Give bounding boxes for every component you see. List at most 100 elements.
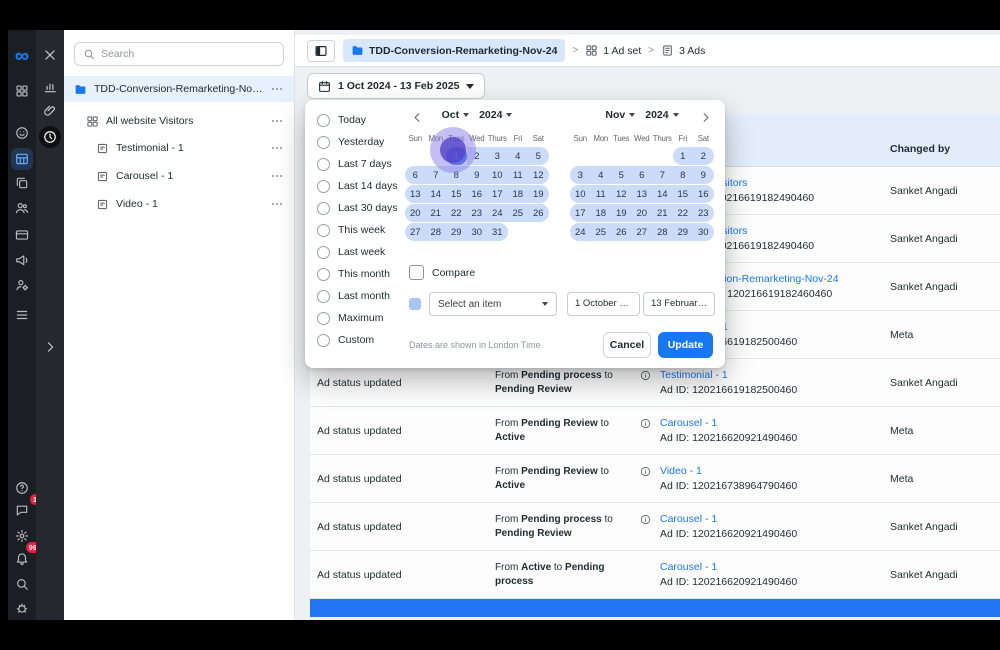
calendar-day[interactable]: 6	[405, 166, 426, 184]
calendar-day[interactable]: 16	[467, 185, 488, 203]
calendar-day[interactable]: 24	[487, 204, 508, 222]
attachments-icon[interactable]	[39, 100, 61, 122]
search-box[interactable]	[74, 42, 284, 66]
item-link[interactable]: Carousel - 1	[660, 417, 885, 429]
info-icon[interactable]	[640, 466, 651, 477]
notifications-icon[interactable]: 99	[11, 547, 33, 569]
calendar-day[interactable]: 25	[591, 223, 612, 241]
calendar-day[interactable]: 20	[405, 204, 426, 222]
info-icon[interactable]	[640, 418, 651, 429]
more-options-icon[interactable]	[270, 197, 284, 211]
calendar-day[interactable]: 28	[652, 223, 673, 241]
calendar-day[interactable]: 21	[652, 204, 673, 222]
calendar-day[interactable]: 23	[693, 204, 714, 222]
calendar-day[interactable]: 15	[446, 185, 467, 203]
ads-icon[interactable]	[11, 249, 33, 271]
calendar-day[interactable]: 24	[570, 223, 591, 241]
info-icon[interactable]	[640, 514, 651, 525]
meta-logo-icon[interactable]: ∞	[11, 48, 33, 66]
calendar-day[interactable]: 11	[591, 185, 612, 203]
end-date-input[interactable]: 13 February 2025	[643, 292, 715, 316]
tree-item[interactable]: Carousel - 1	[64, 162, 294, 190]
calendar-day[interactable]: 1	[673, 147, 694, 165]
calendar-day[interactable]: 10	[570, 185, 591, 203]
breadcrumb-item[interactable]: 1 Ad set	[585, 44, 641, 57]
calendar-day[interactable]: 11	[508, 166, 529, 184]
search-input[interactable]	[101, 48, 275, 60]
calendar-day[interactable]: 27	[632, 223, 653, 241]
quick-option[interactable]: Last week	[317, 241, 405, 263]
quick-option[interactable]: Custom	[317, 329, 405, 351]
calendar-day[interactable]: 13	[632, 185, 653, 203]
calendar-day[interactable]: 28	[426, 223, 447, 241]
quick-option[interactable]: Yesterday	[317, 131, 405, 153]
quick-option[interactable]: Last month	[317, 285, 405, 307]
cancel-button[interactable]: Cancel	[603, 332, 651, 358]
more-options-icon[interactable]	[270, 141, 284, 155]
calendar-day[interactable]: 4	[508, 147, 529, 165]
messages-icon[interactable]: 1	[11, 499, 33, 521]
calendar-day[interactable]: 13	[405, 185, 426, 203]
quick-option[interactable]: Last 14 days	[317, 175, 405, 197]
date-range-button[interactable]: 1 Oct 2024 - 13 Feb 2025	[307, 73, 485, 99]
update-button[interactable]: Update	[658, 332, 713, 358]
breadcrumb-item[interactable]: TDD-Conversion-Remarketing-Nov-24	[343, 39, 565, 62]
year-select-1[interactable]: 2024	[479, 109, 512, 121]
calendar-day[interactable]: 26	[528, 204, 549, 222]
month-select-1[interactable]: Oct	[442, 109, 470, 121]
calendar-day[interactable]: 22	[446, 204, 467, 222]
report-problem-icon[interactable]	[11, 597, 33, 619]
tree-item[interactable]: Testimonial - 1	[64, 134, 294, 162]
quick-option[interactable]: This month	[317, 263, 405, 285]
campaigns-icon[interactable]	[11, 148, 33, 170]
account-icon[interactable]	[11, 274, 33, 296]
calendar-day[interactable]: 19	[611, 204, 632, 222]
calendar-day[interactable]: 20	[632, 204, 653, 222]
engagement-icon[interactable]	[11, 122, 33, 144]
quick-option[interactable]: Last 7 days	[317, 153, 405, 175]
calendar-day[interactable]: 29	[446, 223, 467, 241]
quick-option[interactable]: Maximum	[317, 307, 405, 329]
calendar-day[interactable]: 17	[487, 185, 508, 203]
tree-item[interactable]: TDD-Conversion-Remarketing-Nov-24	[64, 76, 294, 102]
calendar-day[interactable]: 27	[405, 223, 426, 241]
more-menu-icon[interactable]	[11, 304, 33, 326]
recent-activity-icon[interactable]	[39, 126, 61, 148]
more-options-icon[interactable]	[270, 169, 284, 183]
calendar-day[interactable]: 5	[528, 147, 549, 165]
calendar-day[interactable]: 25	[508, 204, 529, 222]
calendar-day[interactable]: 2	[693, 147, 714, 165]
calendar-day[interactable]: 29	[673, 223, 694, 241]
preset-select[interactable]: Select an item	[429, 292, 557, 316]
calendar-day[interactable]: 7	[426, 166, 447, 184]
calendar-day[interactable]: 31	[487, 223, 508, 241]
calendar-day[interactable]: 1	[446, 147, 467, 165]
more-options-icon[interactable]	[270, 82, 284, 96]
calendar-day[interactable]: 12	[611, 185, 632, 203]
tree-item[interactable]: All website Visitors	[64, 108, 294, 134]
calendar-day[interactable]: 15	[673, 185, 694, 203]
calendar-day[interactable]: 2	[467, 147, 488, 165]
expand-panel-icon[interactable]	[39, 336, 61, 358]
more-options-icon[interactable]	[270, 114, 284, 128]
calendar-day[interactable]: 22	[673, 204, 694, 222]
global-search-icon[interactable]	[11, 573, 33, 595]
calendar-day[interactable]: 16	[693, 185, 714, 203]
month-select-2[interactable]: Nov	[605, 109, 635, 121]
calendar-day[interactable]: 19	[528, 185, 549, 203]
calendar-day[interactable]: 26	[611, 223, 632, 241]
calendar-day[interactable]: 14	[426, 185, 447, 203]
calendar-day[interactable]: 12	[528, 166, 549, 184]
breadcrumb-item[interactable]: 3 Ads	[661, 44, 705, 57]
calendar-day[interactable]: 9	[693, 166, 714, 184]
info-icon[interactable]	[640, 370, 651, 381]
close-panel-icon[interactable]	[39, 44, 61, 66]
item-link[interactable]: Testimonial - 1	[660, 369, 885, 381]
year-select-2[interactable]: 2024	[645, 109, 678, 121]
calendar-day[interactable]: 14	[652, 185, 673, 203]
calendar-day[interactable]: 5	[611, 166, 632, 184]
audiences-icon[interactable]	[11, 197, 33, 219]
pages-icon[interactable]	[11, 172, 33, 194]
calendar-day[interactable]: 18	[591, 204, 612, 222]
item-link[interactable]: Video - 1	[660, 465, 885, 477]
